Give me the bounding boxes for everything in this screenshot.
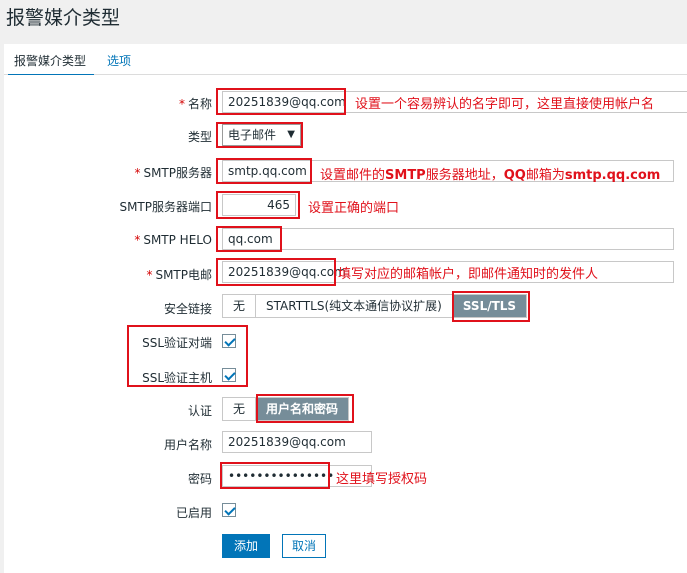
security-option-ssl-tls[interactable]: SSL/TLS bbox=[452, 295, 527, 317]
annotation-note-smtp-server: 设置邮件的SMTP服务器地址，QQ邮箱为smtp.qq.com bbox=[320, 168, 661, 183]
ssl-verify-peer-checkbox[interactable] bbox=[222, 334, 236, 348]
enabled-label: 已启用 bbox=[175, 506, 212, 520]
smtp-email-label: * SMTP电邮 bbox=[146, 268, 212, 282]
smtp-server-label: * SMTP服务器 bbox=[134, 166, 212, 180]
security-label: 安全链接 bbox=[163, 302, 212, 316]
type-select[interactable]: 电子邮件 ▼ bbox=[222, 124, 301, 146]
username-input[interactable]: 20251839@qq.com bbox=[222, 431, 372, 453]
security-option-starttls[interactable]: STARTTLS(纯文本通信协议扩展) bbox=[256, 295, 453, 317]
username-label: 用户名称 bbox=[163, 438, 212, 452]
annotation-note-name: 设置一个容易辨认的名字即可，这里直接使用帐户名 bbox=[355, 97, 655, 112]
type-label: 类型 bbox=[187, 130, 212, 144]
password-label: 密码 bbox=[187, 472, 212, 486]
security-segmented: 无 STARTTLS(纯文本通信协议扩展) SSL/TLS bbox=[222, 294, 528, 318]
add-button[interactable]: 添加 bbox=[222, 534, 271, 558]
auth-option-password[interactable]: 用户名和密码 bbox=[256, 398, 349, 420]
ssl-verify-host-label: SSL验证主机 bbox=[142, 371, 212, 385]
auth-option-none[interactable]: 无 bbox=[223, 398, 257, 420]
type-select-value: 电子邮件 bbox=[228, 128, 277, 142]
page-title: 报警媒介类型 bbox=[6, 7, 121, 29]
auth-label: 认证 bbox=[187, 404, 212, 418]
chevron-down-icon: ▼ bbox=[287, 129, 295, 140]
form-panel bbox=[4, 75, 687, 573]
annotation-note-password: 这里填写授权码 bbox=[336, 472, 428, 487]
smtp-helo-input[interactable]: qq.com bbox=[222, 228, 674, 250]
annotation-note-email: 填写对应的邮箱帐户，即邮件通知时的发件人 bbox=[338, 267, 599, 282]
tab-bar: 报警媒介类型 选项 bbox=[4, 44, 687, 76]
ssl-verify-peer-label: SSL验证对端 bbox=[142, 336, 212, 350]
smtp-helo-label: * SMTP HELO bbox=[134, 233, 212, 247]
tab-options[interactable]: 选项 bbox=[107, 52, 131, 69]
enabled-checkbox[interactable] bbox=[222, 503, 236, 517]
cancel-button[interactable]: 取消 bbox=[282, 534, 327, 558]
smtp-port-input[interactable]: 465 bbox=[222, 194, 296, 216]
auth-segmented: 无 用户名和密码 bbox=[222, 397, 350, 421]
smtp-port-label: SMTP服务器端口 bbox=[119, 200, 212, 214]
annotation-note-port: 设置正确的端口 bbox=[308, 201, 400, 216]
name-label: * 名称 bbox=[178, 97, 212, 111]
security-option-none[interactable]: 无 bbox=[223, 295, 257, 317]
ssl-verify-host-checkbox[interactable] bbox=[222, 368, 236, 382]
tab-media-type[interactable]: 报警媒介类型 bbox=[7, 52, 95, 76]
